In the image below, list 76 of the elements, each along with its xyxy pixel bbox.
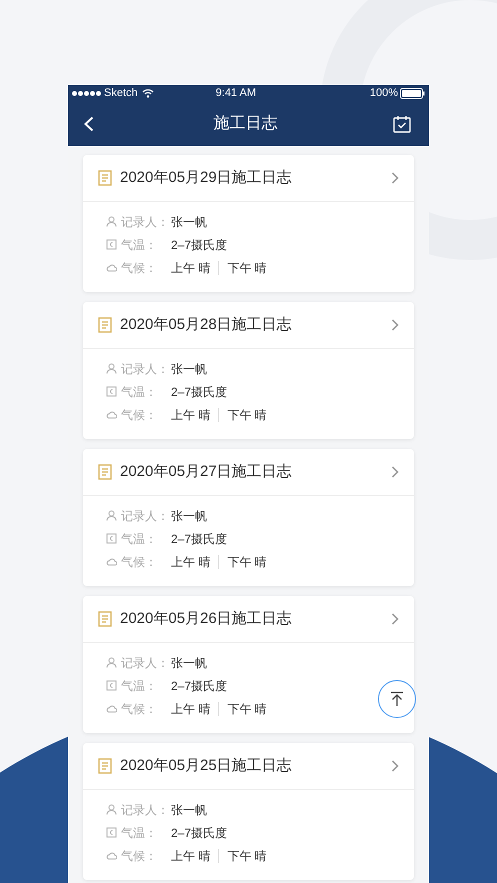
log-title: 2020年05月29日施工日志 <box>120 168 292 188</box>
field-label: 气候： <box>121 700 158 718</box>
person-icon <box>106 510 117 521</box>
log-title: 2020年05月27日施工日志 <box>120 462 292 482</box>
status-time: 9:41 AM <box>216 86 256 101</box>
temperature-value: 2–7摄氏度 <box>171 678 228 694</box>
field-label: 气候： <box>121 260 158 276</box>
log-title: 2020年05月25日施工日志 <box>120 756 292 776</box>
document-icon <box>98 611 112 627</box>
recorder-name: 张一帆 <box>171 508 207 524</box>
morning-weather: 上午 晴 <box>171 554 210 570</box>
field-label: 气温： <box>121 384 158 400</box>
battery-percent: 100% <box>370 86 398 101</box>
field-label: 气候： <box>121 848 158 864</box>
field-label: 气温： <box>121 824 158 842</box>
person-icon <box>106 804 117 815</box>
log-title: 2020年05月28日施工日志 <box>120 314 292 335</box>
temperature-value: 2–7摄氏度 <box>171 530 228 548</box>
temperature-value: 2–7摄氏度 <box>171 384 228 400</box>
chevron-right-icon <box>391 172 399 184</box>
log-card[interactable]: 2020年05月28日施工日志 记录人： 张一帆 气温： 2–7摄氏度 气候： 上午 晴 下午 晴 <box>83 302 414 439</box>
calendar-check-icon <box>393 114 411 132</box>
field-label: 记录人： <box>121 360 170 378</box>
wifi-icon <box>142 88 154 98</box>
field-label: 记录人： <box>121 654 170 672</box>
afternoon-weather: 下午 晴 <box>227 260 267 276</box>
person-icon <box>106 657 117 668</box>
battery-icon <box>400 88 425 98</box>
document-icon <box>98 464 112 480</box>
recorder-name: 张一帆 <box>171 654 207 672</box>
recorder-name: 张一帆 <box>171 214 207 230</box>
field-label: 气候： <box>121 406 158 424</box>
chevron-right-icon <box>391 760 399 772</box>
morning-weather: 上午 晴 <box>171 848 210 864</box>
afternoon-weather: 下午 晴 <box>227 406 267 424</box>
temperature-value: 2–7摄氏度 <box>171 236 228 254</box>
afternoon-weather: 下午 晴 <box>227 848 267 864</box>
morning-weather: 上午 晴 <box>171 260 210 276</box>
cloud-icon <box>106 556 117 567</box>
recorder-name: 张一帆 <box>171 802 207 818</box>
field-label: 气温： <box>121 236 158 254</box>
page-title: 施工日志 <box>212 114 278 134</box>
temperature-value: 2–7摄氏度 <box>171 824 228 842</box>
signal-icon <box>72 90 101 96</box>
field-label: 气温： <box>121 530 158 548</box>
arrow-up-to-line-icon <box>390 691 404 707</box>
field-label: 气温： <box>121 678 158 694</box>
log-card[interactable]: 2020年05月25日施工日志 记录人： 张一帆 气温： 2–7摄氏度 气候： 上午 晴 下午 晴 <box>83 743 414 880</box>
recorder-name: 张一帆 <box>171 360 207 378</box>
log-title: 2020年05月26日施工日志 <box>120 608 292 629</box>
log-card[interactable]: 2020年05月26日施工日志 记录人： 张一帆 气温： 2–7摄氏度 气候： 上午 晴 下午 晴 <box>83 596 414 733</box>
chevron-right-icon <box>391 466 399 478</box>
cloud-icon <box>106 409 117 420</box>
field-label: 记录人： <box>121 508 170 524</box>
cloud-icon <box>106 703 117 714</box>
field-label: 气候： <box>121 554 158 570</box>
calendar-check-button[interactable] <box>393 114 413 134</box>
chevron-right-icon <box>391 613 399 625</box>
morning-weather: 上午 晴 <box>171 700 210 718</box>
field-label: 记录人： <box>121 214 170 230</box>
afternoon-weather: 下午 晴 <box>227 700 267 718</box>
morning-weather: 上午 晴 <box>171 406 210 424</box>
cloud-icon <box>106 262 117 273</box>
carrier-name: Sketch <box>104 86 138 101</box>
afternoon-weather: 下午 晴 <box>227 554 267 570</box>
log-card[interactable]: 2020年05月29日施工日志 记录人： 张一帆 气温： 2–7摄氏度 气候： 上午 晴 下午 晴 <box>83 155 414 292</box>
document-icon <box>98 170 112 186</box>
person-icon <box>106 363 117 374</box>
person-icon <box>106 216 117 227</box>
back-icon <box>84 116 94 132</box>
chevron-right-icon <box>391 319 399 331</box>
document-icon <box>98 317 112 333</box>
log-card[interactable]: 2020年05月27日施工日志 记录人： 张一帆 气温： 2–7摄氏度 气候： 上午 晴 下午 晴 <box>83 449 414 586</box>
document-icon <box>98 758 112 774</box>
cloud-icon <box>106 850 117 861</box>
field-label: 记录人： <box>121 802 170 818</box>
